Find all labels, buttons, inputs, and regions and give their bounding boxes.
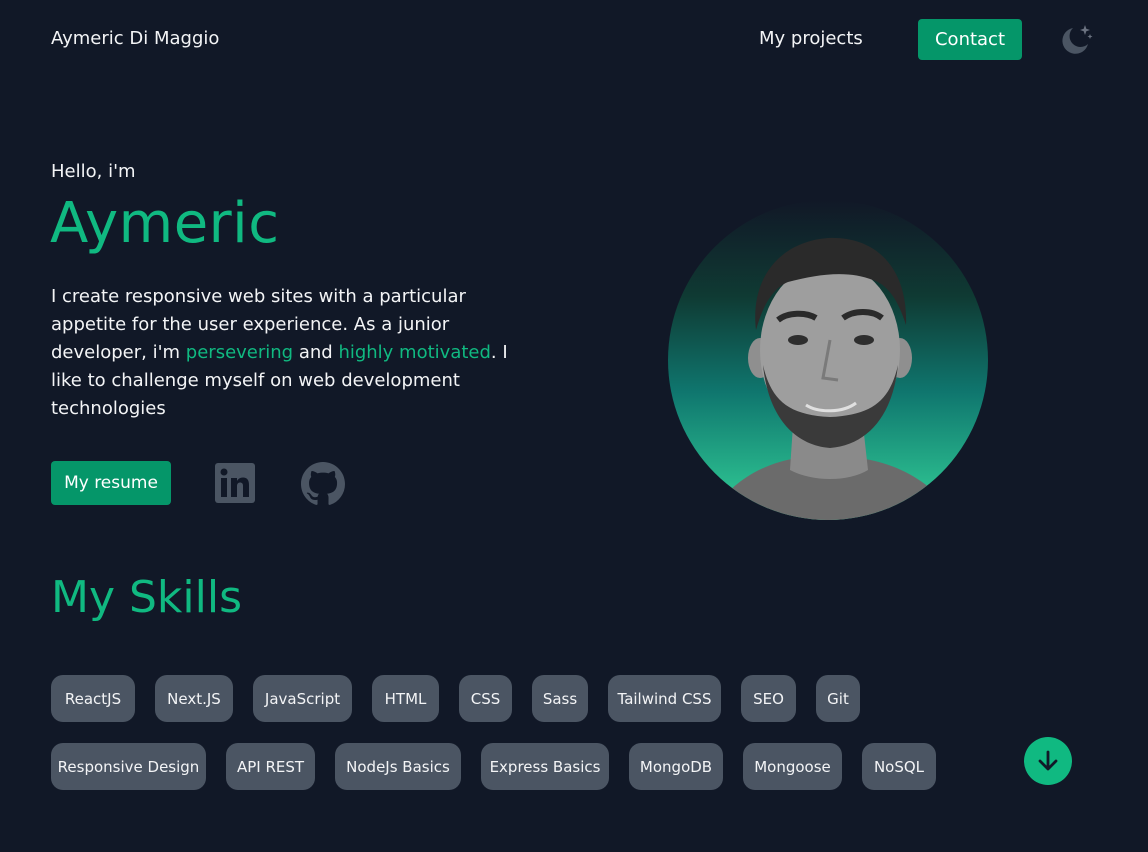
skill-chip: CSS xyxy=(459,675,512,722)
skill-chip: Git xyxy=(816,675,860,722)
scroll-down-button[interactable] xyxy=(1024,737,1072,785)
skill-chip: MongoDB xyxy=(629,743,723,790)
skills-title: My Skills xyxy=(51,572,242,623)
github-icon[interactable] xyxy=(301,462,345,506)
skill-chip: Next.JS xyxy=(155,675,233,722)
desc-text-2: and xyxy=(293,342,339,363)
skill-chip: SEO xyxy=(741,675,796,722)
skill-chip: Responsive Design xyxy=(51,743,206,790)
skill-chip: HTML xyxy=(372,675,439,722)
skill-chip: Sass xyxy=(532,675,588,722)
linkedin-icon[interactable] xyxy=(215,463,255,503)
greeting-text: Hello, i'm xyxy=(51,161,136,182)
skill-chip: NodeJs Basics xyxy=(335,743,461,790)
desc-highlight-motivated: highly motivated xyxy=(338,342,491,363)
skill-chip: NoSQL xyxy=(862,743,936,790)
skill-chip: Tailwind CSS xyxy=(608,675,721,722)
brand-name[interactable]: Aymeric Di Maggio xyxy=(51,28,219,49)
skill-chip: Mongoose xyxy=(743,743,842,790)
hero-name: Aymeric xyxy=(50,191,280,256)
skill-chip: Express Basics xyxy=(481,743,609,790)
nav-my-projects[interactable]: My projects xyxy=(759,28,863,49)
resume-button[interactable]: My resume xyxy=(51,461,171,505)
profile-photo xyxy=(668,200,988,520)
portfolio-page: Aymeric Di Maggio My projects Contact He… xyxy=(0,0,1148,852)
moon-stars-icon[interactable] xyxy=(1058,22,1094,58)
site-header: Aymeric Di Maggio My projects Contact xyxy=(0,0,1148,80)
skill-chip: JavaScript xyxy=(253,675,352,722)
desc-highlight-persevering: persevering xyxy=(185,342,294,363)
arrow-down-icon xyxy=(1038,750,1058,771)
skill-chip: ReactJS xyxy=(51,675,135,722)
hero-description: I create responsive web sites with a par… xyxy=(51,283,541,423)
contact-button[interactable]: Contact xyxy=(918,19,1022,60)
skill-chip: API REST xyxy=(226,743,315,790)
